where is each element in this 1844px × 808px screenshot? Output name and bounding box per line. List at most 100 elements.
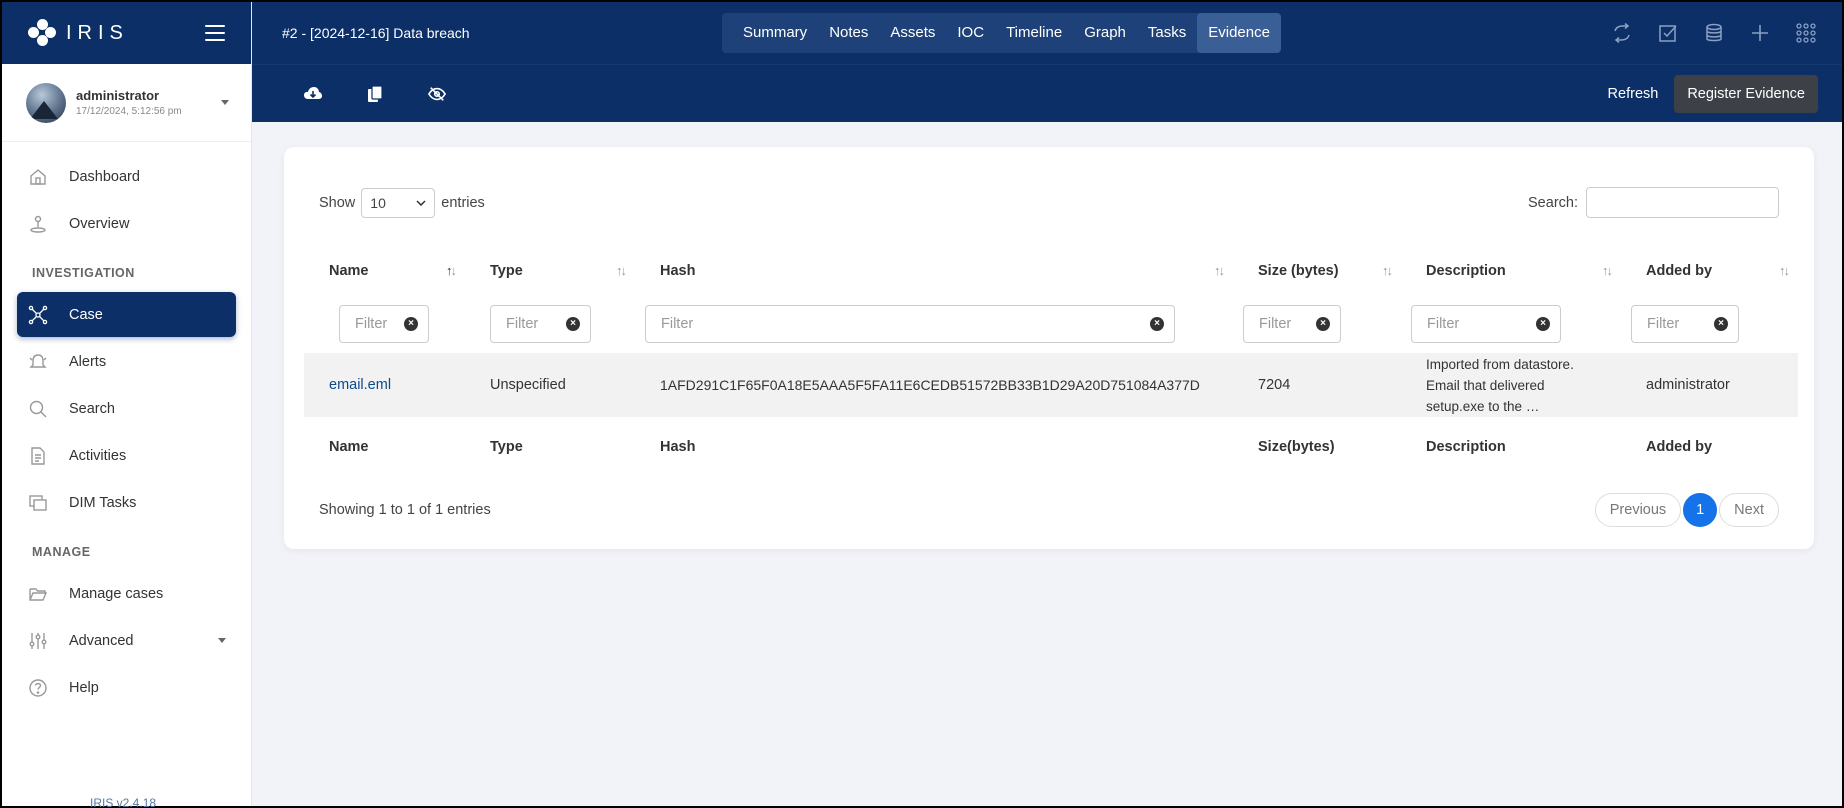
- tab-notes[interactable]: Notes: [818, 13, 879, 53]
- column-header-type[interactable]: Type ↑↓: [465, 247, 635, 295]
- sidebar-item-search[interactable]: Search: [17, 386, 236, 431]
- column-header-name[interactable]: Name ↑↓: [304, 247, 465, 295]
- tab-tasks[interactable]: Tasks: [1137, 13, 1197, 53]
- page-size-select[interactable]: 10: [361, 187, 436, 218]
- cell-name[interactable]: email.eml: [304, 353, 465, 417]
- app-logo[interactable]: IRIS: [28, 19, 129, 47]
- sidebar-item-advanced[interactable]: Advanced: [17, 618, 236, 663]
- tab-graph[interactable]: Graph: [1073, 13, 1137, 53]
- sidebar-item-manage-cases[interactable]: Manage cases: [17, 571, 236, 616]
- tab-assets[interactable]: Assets: [879, 13, 946, 53]
- sidebar-item-label: Overview: [69, 215, 130, 232]
- clear-icon[interactable]: ×: [1714, 317, 1728, 331]
- refresh-button[interactable]: Refresh: [1608, 86, 1659, 102]
- tab-evidence[interactable]: Evidence: [1197, 13, 1281, 53]
- filter-hash-input[interactable]: Filter ×: [645, 305, 1175, 343]
- table-footer-row: Name Type Hash Size(bytes) Description A…: [304, 417, 1798, 477]
- footer-hash: Hash: [660, 439, 696, 455]
- clear-icon[interactable]: ×: [404, 317, 418, 331]
- sidebar-item-help[interactable]: Help: [17, 665, 236, 710]
- cell-added-by: administrator: [1621, 353, 1798, 417]
- sidebar-item-label: Alerts: [69, 353, 107, 370]
- page-1-button[interactable]: 1: [1683, 493, 1718, 527]
- sliders-icon: [27, 630, 49, 652]
- tab-timeline[interactable]: Timeline: [995, 13, 1073, 53]
- sidebar-item-dashboard[interactable]: Dashboard: [17, 154, 236, 199]
- column-header-description[interactable]: Description ↑↓: [1401, 247, 1621, 295]
- sidebar-item-label: Dashboard: [69, 168, 140, 185]
- sidebar-item-label: DIM Tasks: [69, 494, 137, 511]
- tab-ioc[interactable]: IOC: [946, 13, 995, 53]
- menu-toggle-icon[interactable]: [205, 25, 225, 41]
- filter-description-input[interactable]: Filter ×: [1411, 305, 1561, 343]
- sidebar-item-alerts[interactable]: Alerts: [17, 339, 236, 384]
- chevron-down-icon: [218, 638, 226, 643]
- case-title: #2 - [2024-12-16] Data breach: [282, 25, 470, 41]
- eye-slash-icon[interactable]: [428, 85, 446, 103]
- plus-icon[interactable]: [1750, 23, 1770, 43]
- nav-section-investigation: INVESTIGATION: [32, 266, 135, 280]
- search-label: Search:: [1528, 194, 1578, 211]
- filter-type-input[interactable]: Filter ×: [490, 305, 591, 343]
- sidebar-item-label: Case: [69, 306, 103, 323]
- sidebar-item-label: Manage cases: [69, 585, 164, 602]
- alert-icon: [27, 351, 49, 373]
- filter-name-input[interactable]: Filter ×: [339, 305, 429, 343]
- database-icon[interactable]: [1704, 23, 1724, 43]
- register-evidence-button[interactable]: Register Evidence: [1674, 74, 1818, 113]
- chevron-down-icon[interactable]: [221, 100, 229, 105]
- user-name: administrator: [76, 88, 160, 103]
- user-menu[interactable]: administrator 17/12/2024, 5:12:56 pm: [2, 64, 251, 142]
- sidebar-nav: Dashboard Overview INVESTIGATION Case Al…: [2, 142, 251, 710]
- entries-label: entries: [441, 194, 485, 211]
- column-header-added-by[interactable]: Added by ↑↓: [1621, 247, 1798, 295]
- evidence-card: Show 10 entries Search: Name ↑↓ Type ↑↓ Ha…: [284, 147, 1814, 549]
- column-header-size[interactable]: Size (bytes) ↑↓: [1233, 247, 1401, 295]
- folder-open-icon: [27, 583, 49, 605]
- search-icon: [27, 398, 49, 420]
- document-icon: [27, 445, 49, 467]
- sort-icon: ↑↓: [616, 263, 627, 278]
- next-page-button[interactable]: Next: [1719, 493, 1779, 527]
- avatar: [26, 82, 66, 123]
- help-icon: [27, 677, 49, 699]
- sidebar-item-activities[interactable]: Activities: [17, 433, 236, 478]
- clear-icon[interactable]: ×: [566, 317, 580, 331]
- case-tabs: Summary Notes Assets IOC Timeline Graph …: [722, 13, 1281, 53]
- top-icons: [1612, 23, 1842, 43]
- sidebar-item-label: Help: [69, 679, 99, 696]
- version-link[interactable]: IRIS v2.4.18: [90, 796, 156, 808]
- search-input[interactable]: [1586, 187, 1779, 218]
- previous-page-button[interactable]: Previous: [1594, 493, 1682, 527]
- checkbox-icon[interactable]: [1658, 23, 1678, 43]
- table-row[interactable]: email.eml Unspecified 1AFD291C1F65F0A18E…: [304, 353, 1798, 417]
- sidebar-item-dim-tasks[interactable]: DIM Tasks: [17, 480, 236, 525]
- filter-added-by-input[interactable]: Filter ×: [1631, 305, 1739, 343]
- sort-asc-icon: ↑↓: [446, 263, 457, 278]
- windows-icon: [27, 492, 49, 514]
- footer-added-by: Added by: [1646, 439, 1713, 455]
- clear-icon[interactable]: ×: [1150, 317, 1164, 331]
- filter-row: Filter × Filter × Filter × Filter × Filter × …: [304, 295, 1798, 353]
- apps-grid-icon[interactable]: [1796, 23, 1816, 43]
- logo-bar: IRIS: [2, 2, 251, 64]
- home-icon: [27, 166, 49, 188]
- iris-logo-icon: [28, 19, 56, 47]
- clear-icon[interactable]: ×: [1536, 317, 1550, 331]
- tab-summary[interactable]: Summary: [732, 13, 818, 53]
- chevron-down-icon: [416, 199, 426, 206]
- sidebar-item-overview[interactable]: Overview: [17, 201, 236, 246]
- column-header-hash[interactable]: Hash ↑↓: [635, 247, 1233, 295]
- show-label: Show: [319, 194, 356, 211]
- filter-size-input[interactable]: Filter ×: [1243, 305, 1341, 343]
- clear-icon[interactable]: ×: [1316, 317, 1330, 331]
- sync-icon[interactable]: [1612, 23, 1632, 43]
- sort-icon: ↑↓: [1779, 263, 1790, 278]
- evidence-name-link[interactable]: email.eml: [329, 377, 391, 393]
- evidence-table: Name ↑↓ Type ↑↓ Hash ↑↓ Size (bytes) ↑↓ Desc…: [304, 247, 1798, 477]
- footer-type: Type: [490, 439, 523, 455]
- person-pin-icon: [27, 213, 49, 235]
- sidebar-item-case[interactable]: Case: [17, 292, 236, 337]
- cloud-download-icon[interactable]: [304, 85, 322, 103]
- copy-icon[interactable]: [366, 84, 384, 103]
